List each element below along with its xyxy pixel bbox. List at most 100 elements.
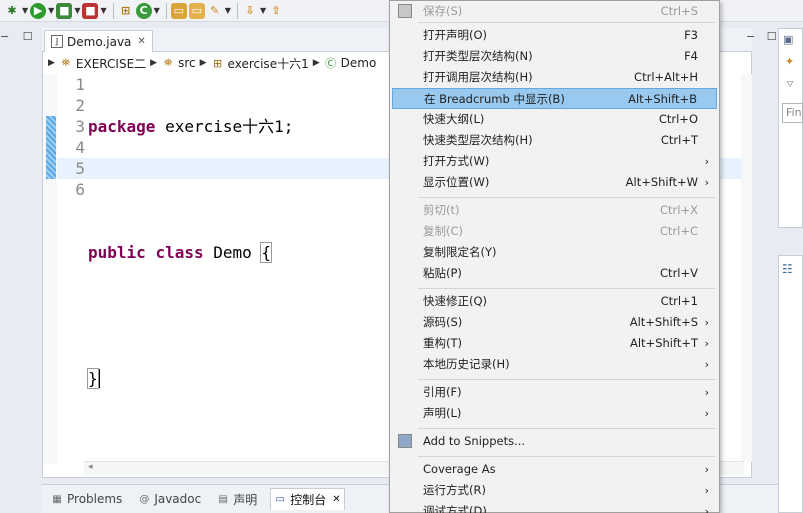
debug-button[interactable]: ✱ ▼ — [4, 1, 28, 21]
submenu-arrow-icon: › — [704, 505, 709, 513]
tab-javadoc[interactable]: @ Javadoc — [135, 488, 204, 510]
next-annotation-button[interactable]: ⇩ ▼ — [242, 1, 266, 21]
menu-item[interactable]: 快速类型层次结构(H) Ctrl+T — [392, 130, 717, 151]
close-icon[interactable]: ✕ — [137, 36, 145, 47]
code-token: Demo — [203, 243, 262, 262]
menu-item[interactable]: 打开调用层次结构(H) Ctrl+Alt+H — [392, 67, 717, 88]
breadcrumb-src[interactable]: src — [178, 56, 196, 70]
submenu-arrow-icon: › — [704, 386, 709, 399]
vertical-scrollbar[interactable] — [741, 74, 752, 462]
external-tools-button[interactable]: ■ ▼ — [82, 1, 107, 21]
run-icon: ▶ — [30, 2, 47, 19]
chevron-right-icon[interactable]: ▶ — [313, 58, 320, 68]
editor-tab-demo-java[interactable]: J Demo.java ✕ — [44, 30, 153, 52]
menu-item[interactable]: 在 Breadcrumb 中显示(B) Alt+Shift+B — [392, 88, 717, 109]
menu-item[interactable]: 打开类型层次结构(N) F4 — [392, 46, 717, 67]
menu-item-label: 快速大纲(L) — [423, 112, 485, 126]
menu-separator — [418, 379, 715, 380]
editor-area-controls: − ☐ — [746, 30, 777, 43]
new-class-button[interactable]: C ▼ — [135, 1, 160, 21]
snippets-icon — [398, 434, 412, 448]
line-number: 3 — [75, 117, 85, 136]
new-package-button[interactable]: ⊞ — [118, 1, 134, 21]
prev-annotation-icon: ⇧ — [271, 4, 281, 17]
chevron-down-icon[interactable]: ▽ — [787, 79, 793, 88]
run-button[interactable]: ▶ ▼ — [30, 1, 54, 21]
save-icon — [398, 4, 412, 18]
chevron-down-icon: ▼ — [224, 6, 231, 15]
tab-problems[interactable]: ▦ Problems — [48, 488, 125, 510]
prev-annotation-button[interactable]: ⇧ — [268, 1, 284, 21]
minimize-icon[interactable]: − — [0, 30, 9, 43]
menu-item[interactable]: 调试方式(D) › — [392, 501, 717, 513]
coverage-button[interactable]: ■ ▼ — [56, 1, 80, 21]
new-task-icon[interactable]: ✦ — [785, 55, 794, 68]
breadcrumb-project[interactable]: EXERCISE二 — [76, 55, 146, 72]
menu-item[interactable]: 粘贴(P) Ctrl+V — [392, 263, 717, 284]
close-icon[interactable]: ✕ — [332, 494, 340, 505]
tab-label: 控制台 — [290, 493, 327, 507]
menu-item[interactable]: 保存(S) Ctrl+S — [392, 1, 717, 22]
menu-item-label: 调试方式(D) — [423, 504, 487, 513]
menu-item[interactable]: 本地历史记录(H) › — [392, 354, 717, 375]
chevron-right-icon[interactable]: ▶ — [200, 58, 207, 68]
menu-item[interactable]: 快速大纲(L) Ctrl+O — [392, 109, 717, 130]
menu-item-label: 声明(L) — [423, 406, 462, 420]
menu-item-shortcut: Ctrl+S — [660, 4, 698, 18]
menu-item[interactable]: Coverage As › — [392, 459, 717, 480]
menu-item[interactable]: 声明(L) › — [392, 403, 717, 424]
chevron-down-icon: ▼ — [22, 6, 29, 15]
brush-button[interactable]: ✎ ▼ — [207, 1, 231, 21]
breadcrumb-package[interactable]: exercise十六1 — [228, 55, 309, 72]
find-input[interactable]: Fin — [782, 103, 803, 123]
change-marker — [46, 116, 56, 179]
open-folder-button[interactable]: ▭ — [188, 1, 205, 21]
menu-separator — [418, 22, 715, 23]
left-panel-controls: − ☐ — [0, 30, 33, 43]
menu-item-label: 打开类型层次结构(N) — [423, 49, 533, 63]
keyword: class — [155, 243, 204, 262]
chevron-right-icon[interactable]: ▶ — [48, 58, 55, 68]
bug-icon: ✱ — [7, 4, 17, 17]
code-line-3: public class Demo { — [88, 242, 293, 263]
menu-separator — [418, 428, 715, 429]
scroll-left-icon[interactable]: ◂ — [88, 462, 93, 472]
menu-item[interactable]: 复制(C) Ctrl+C — [392, 221, 717, 242]
menu-item[interactable]: 打开声明(O) F3 — [392, 25, 717, 46]
menu-item-shortcut: F4 — [684, 49, 698, 63]
chevron-down-icon: ▼ — [48, 6, 55, 15]
tab-label: Problems — [67, 492, 123, 506]
menu-item[interactable]: 打开方式(W) › — [392, 151, 717, 172]
next-annotation-icon: ⇩ — [245, 4, 255, 17]
menu-item[interactable]: Add to Snippets... — [392, 431, 717, 452]
maximize-icon[interactable]: ☐ — [767, 30, 777, 43]
menu-item[interactable]: 重构(T) Alt+Shift+T › — [392, 333, 717, 354]
menu-item-label: 打开方式(W) — [423, 154, 490, 168]
code-text[interactable]: package exercise十六1; ​ public class Demo… — [87, 74, 293, 494]
tab-console[interactable]: ▭ 控制台 ✕ — [270, 488, 345, 510]
menu-item[interactable]: 剪切(t) Ctrl+X — [392, 200, 717, 221]
menu-item[interactable]: 源码(S) Alt+Shift+S › — [392, 312, 717, 333]
outline-icon[interactable]: ☷ — [782, 262, 793, 276]
task-list-icon[interactable]: ▣ — [783, 33, 793, 46]
text-cursor — [98, 369, 100, 388]
menu-item[interactable]: 复制限定名(Y) — [392, 242, 717, 263]
chevron-down-icon: ▼ — [153, 6, 160, 15]
matching-brace: { — [260, 242, 273, 263]
menu-item[interactable]: 运行方式(R) › — [392, 480, 717, 501]
tab-declaration[interactable]: ▤ 声明 — [214, 488, 260, 510]
open-type-button[interactable]: ▭ — [170, 1, 187, 21]
maximize-icon[interactable]: ☐ — [23, 30, 33, 43]
menu-item[interactable]: 快速修正(Q) Ctrl+1 — [392, 291, 717, 312]
line-number: 4 — [75, 138, 85, 157]
outline-panel: ☷ — [778, 255, 803, 513]
menu-item-shortcut: Ctrl+C — [659, 224, 698, 238]
menu-item-label: 引用(F) — [423, 385, 462, 399]
project-icon: ⛯ — [61, 56, 71, 69]
menu-item[interactable]: 显示位置(W) Alt+Shift+W › — [392, 172, 717, 193]
menu-item[interactable]: 引用(F) › — [392, 382, 717, 403]
package-icon: ⊞ — [212, 56, 223, 70]
chevron-right-icon[interactable]: ▶ — [150, 58, 157, 68]
minimize-icon[interactable]: − — [746, 30, 755, 43]
breadcrumb-class[interactable]: Demo — [341, 56, 377, 70]
